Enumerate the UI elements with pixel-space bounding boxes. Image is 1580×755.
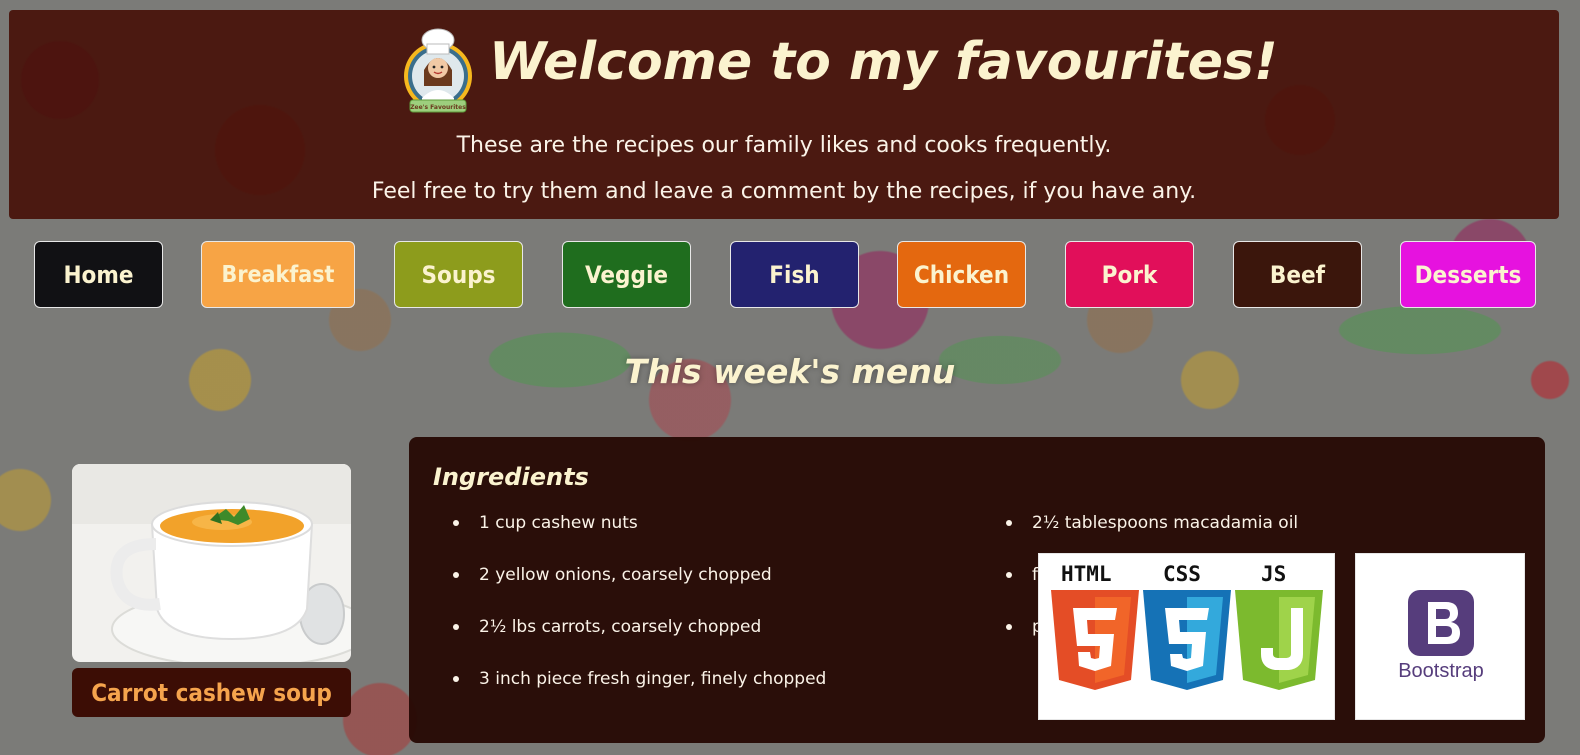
nav-soups-button[interactable]: Soups [394,241,523,308]
bullet-icon [1006,572,1012,578]
soup-photo[interactable] [72,464,351,662]
nav-home-button[interactable]: Home [34,241,163,308]
logo-caption: Zee's Favourites [410,104,466,111]
nav-fish-button[interactable]: Fish [730,241,859,308]
ingredient-text: 1 cup cashew nuts [479,513,638,533]
bullet-icon [453,572,459,578]
ingredient-text: 2 yellow onions, coarsely chopped [479,565,772,585]
bootstrap-badge: Bootstrap [1355,553,1525,720]
js-label: JS [1261,562,1287,586]
chef-logo-icon[interactable]: Zee's Favourites [398,26,478,114]
nav-breakfast-button[interactable]: Breakfast [201,241,355,308]
bootstrap-label: Bootstrap [1398,660,1484,682]
ingredients-heading: Ingredients [433,463,589,491]
list-item: 2 yellow onions, coarsely chopped [453,565,826,617]
recipe-name-button[interactable]: Carrot cashew soup [72,668,351,717]
ingredients-list-left: 1 cup cashew nuts 2 yellow onions, coars… [453,513,826,721]
bullet-icon [1006,520,1012,526]
bootstrap-icon [1408,590,1474,656]
tagline-line-1: These are the recipes our family likes a… [456,133,1112,158]
ingredient-text: 2½ lbs carrots, coarsely chopped [479,617,762,637]
bullet-icon [453,624,459,630]
bullet-icon [453,676,459,682]
list-item: 3 inch piece fresh ginger, finely choppe… [453,669,826,721]
html-label: HTML [1061,562,1112,586]
site-header: Zee's Favourites Welcome to my favourite… [9,10,1559,219]
css-label: CSS [1163,562,1201,586]
list-item: 2½ lbs carrots, coarsely chopped [453,617,826,669]
html5-icon [1051,590,1139,690]
bullet-icon [453,520,459,526]
css3-icon [1143,590,1231,690]
bullet-icon [1006,624,1012,630]
js-icon [1235,590,1323,690]
list-item: 1 cup cashew nuts [453,513,826,565]
nav-veggie-button[interactable]: Veggie [562,241,691,308]
html-css-js-badge: HTML CSS JS [1038,553,1335,720]
nav-pork-button[interactable]: Pork [1065,241,1194,308]
page-title: Welcome to my favourites! [489,32,1278,92]
ingredient-text: 2½ tablespoons macadamia oil [1032,513,1299,533]
tagline-line-2: Feel free to try them and leave a commen… [371,179,1197,204]
recipe-card[interactable]: Carrot cashew soup [72,464,351,717]
nav-beef-button[interactable]: Beef [1233,241,1362,308]
ingredient-text: 3 inch piece fresh ginger, finely choppe… [479,669,827,689]
weekly-menu-heading: This week's menu [624,352,956,391]
nav-chicken-button[interactable]: Chicken [897,241,1026,308]
nav-desserts-button[interactable]: Desserts [1400,241,1536,308]
